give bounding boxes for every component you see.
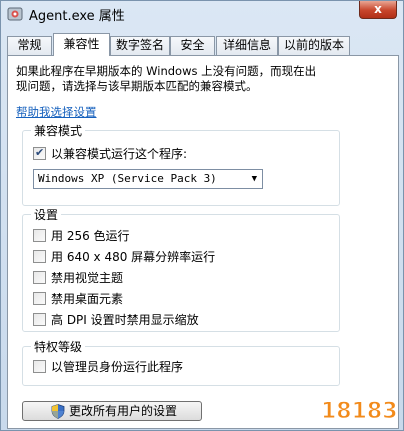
setting-640x480-label: 用 640 x 480 屏幕分辨率运行 [51,250,216,264]
run-as-admin-checkbox[interactable] [33,360,46,373]
intro-line-2: 现问题，请选择与该早期版本匹配的兼容模式。 [16,79,258,93]
site-watermark-logo: 18183 [321,399,398,425]
setting-256-colors-label: 用 256 色运行 [51,229,130,243]
tab-compatibility[interactable]: 兼容性 [53,33,110,56]
compat-mode-checkbox-label: 以兼容模式运行这个程序: [51,147,188,161]
setting-disable-dpi-scaling-row[interactable]: 高 DPI 设置时禁用显示缩放 [33,313,199,329]
intro-line-1: 如果此程序在早期版本的 Windows 上没有问题，而现在出 [16,64,317,78]
setting-disable-visual-themes-checkbox[interactable] [33,271,46,284]
window-title: Agent.exe 属性 [29,9,125,24]
intro-text: 如果此程序在早期版本的 Windows 上没有问题，而现在出 现问题，请选择与该… [16,64,346,94]
title-bar[interactable]: Agent.exe 属性 x [1,1,403,27]
tab-general[interactable]: 常规 [7,36,52,55]
setting-disable-visual-themes-row[interactable]: 禁用视觉主题 [33,271,123,287]
setting-640x480-checkbox[interactable] [33,250,46,263]
tab-details[interactable]: 详细信息 [216,36,278,55]
compat-mode-checkbox[interactable] [33,146,46,160]
setting-256-colors-row[interactable]: 用 256 色运行 [33,229,130,245]
setting-disable-dpi-scaling-checkbox[interactable] [33,313,46,326]
change-all-users-label: 更改所有用户的设置 [69,404,178,418]
privilege-title: 特权等级 [31,338,86,355]
compat-mode-checkbox-row[interactable]: 以兼容模式运行这个程序: [33,146,188,163]
uac-shield-icon [51,404,65,419]
tab-previous-versions[interactable]: 以前的版本 [278,36,350,55]
privilege-group: 特权等级 以管理员身份运行此程序 [22,338,340,386]
setting-disable-desktop-composition-checkbox[interactable] [33,292,46,305]
setting-disable-desktop-composition-row[interactable]: 禁用桌面元素 [33,292,123,308]
os-version-select[interactable]: Windows XP (Service Pack 3) ▼ [33,169,263,189]
settings-title: 设置 [31,206,62,223]
run-as-admin-label: 以管理员身份运行此程序 [51,360,184,374]
settings-group: 设置 用 256 色运行 用 640 x 480 屏幕分辨率运行 禁用视觉主题 … [22,206,340,332]
setting-disable-dpi-scaling-label: 高 DPI 设置时禁用显示缩放 [51,313,199,327]
os-version-value: Windows XP (Service Pack 3) [38,172,217,185]
application-icon [7,7,23,21]
setting-640x480-row[interactable]: 用 640 x 480 屏幕分辨率运行 [33,250,215,266]
help-choose-settings-link[interactable]: 帮助我选择设置 [16,104,97,120]
change-all-users-button[interactable]: 更改所有用户的设置 [22,401,202,421]
setting-disable-desktop-composition-label: 禁用桌面元素 [51,292,124,306]
compat-mode-title: 兼容模式 [31,122,86,139]
tab-security[interactable]: 安全 [170,36,215,55]
chevron-down-icon: ▼ [251,174,257,184]
compatibility-panel: 如果此程序在早期版本的 Windows 上没有问题，而现在出 现问题，请选择与该… [7,55,399,429]
tab-digital-signatures[interactable]: 数字签名 [110,36,170,55]
tab-strip: 常规 兼容性 数字签名 安全 详细信息 以前的版本 [7,33,399,56]
run-as-admin-row[interactable]: 以管理员身份运行此程序 [33,360,183,376]
setting-disable-visual-themes-label: 禁用视觉主题 [51,271,124,285]
setting-256-colors-checkbox[interactable] [33,229,46,242]
close-button[interactable]: x [359,1,397,19]
compat-mode-group: 兼容模式 以兼容模式运行这个程序: Windows XP (Service Pa… [22,122,340,206]
close-icon: x [374,2,382,16]
svg-text:18183: 18183 [321,399,397,424]
properties-window: Agent.exe 属性 x 常规 兼容性 数字签名 安全 详细信息 以前的版本… [0,0,404,431]
